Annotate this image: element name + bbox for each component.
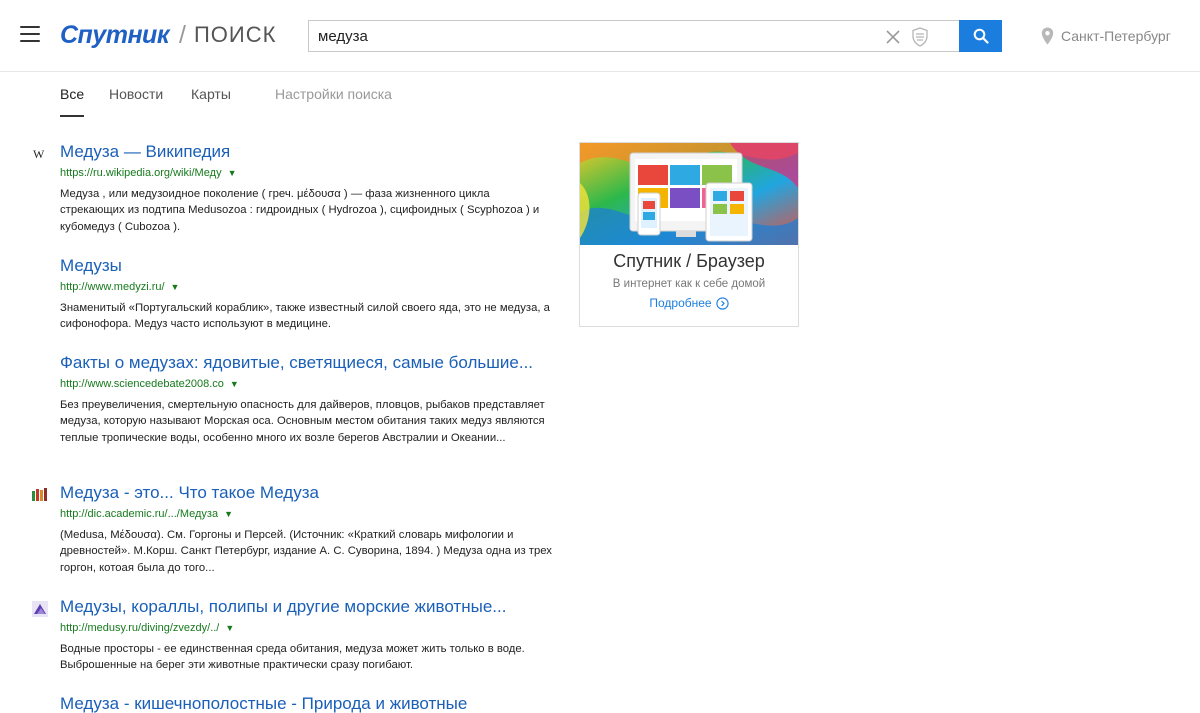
url-menu-arrow-icon[interactable]: ▼ <box>224 509 233 519</box>
result-url[interactable]: https://ru.wikipedia.org/wiki/Меду <box>60 167 222 179</box>
result-url-row: http://dic.academic.ru/.../Медуза ▼ <box>60 506 552 522</box>
location-selector[interactable]: Санкт-Петербург <box>1041 26 1171 46</box>
result-snippet: Знаменитый «Португальский кораблик», так… <box>60 302 550 331</box>
result-title[interactable]: Медузы, кораллы, полипы и другие морские… <box>60 595 552 619</box>
search-box <box>308 20 959 52</box>
result-item: Медуза - это... Что такое Медуза http://… <box>32 481 552 576</box>
result-url-row: https://ru.wikipedia.org/wiki/Меду ▼ <box>60 165 552 181</box>
chevron-right-circle-icon <box>715 296 729 310</box>
result-url[interactable]: http://www.sciencedebate2008.co <box>60 378 224 390</box>
result-title[interactable]: Медуза - кишечнополостные - Природа и жи… <box>60 692 552 713</box>
promo-more-link[interactable]: Подробнее <box>580 296 798 310</box>
tab-search-settings[interactable]: Настройки поиска <box>275 86 392 117</box>
result-item: Медузы http://www.medyzi.ru/ ▼ Знамениты… <box>32 254 552 332</box>
result-url-row: http://www.medyzi.ru/ ▼ <box>60 279 552 295</box>
result-url[interactable]: http://www.medyzi.ru/ <box>60 281 165 293</box>
tab-maps[interactable]: Карты <box>191 86 231 117</box>
result-item: W Медуза — Википедия https://ru.wikipedi… <box>32 140 552 235</box>
result-url[interactable]: http://dic.academic.ru/.../Медуза <box>60 508 218 520</box>
wikipedia-icon: W <box>32 146 48 162</box>
result-snippet: Водные просторы - ее единственная среда … <box>60 643 525 672</box>
logo-separator: / <box>179 20 186 49</box>
browser-promo-card[interactable]: Спутник / Браузер В интернет как к себе … <box>579 142 799 327</box>
academic-icon <box>32 487 48 503</box>
url-menu-arrow-icon[interactable]: ▼ <box>228 168 237 178</box>
result-item: Факты о медузах: ядовитые, светящиеся, с… <box>32 351 552 462</box>
result-title[interactable]: Медузы <box>60 254 552 278</box>
promo-more-label: Подробнее <box>649 296 712 310</box>
logo-brand: Спутник <box>60 20 170 49</box>
result-snippet: Без преувеличения, смертельную опасность… <box>60 399 545 444</box>
search-input[interactable] <box>309 21 959 51</box>
result-url-row: http://medusy.ru/diving/zvezdy/../ ▼ <box>60 620 552 636</box>
search-bar <box>308 20 1002 52</box>
result-title[interactable]: Медуза - это... Что такое Медуза <box>60 481 552 505</box>
url-menu-arrow-icon[interactable]: ▼ <box>225 623 234 633</box>
logo-product: ПОИСК <box>193 22 277 47</box>
clear-icon[interactable] <box>885 29 901 45</box>
search-button[interactable] <box>959 20 1002 52</box>
tab-news[interactable]: Новости <box>109 86 163 117</box>
result-snippet: Медуза , или медузоидное поколение ( гре… <box>60 188 540 233</box>
shield-icon[interactable] <box>911 27 929 47</box>
location-label: Санкт-Петербург <box>1061 28 1171 44</box>
tab-all[interactable]: Все <box>60 86 85 117</box>
medusy-icon <box>32 601 48 617</box>
search-tabs: Все Новости Карты Настройки поиска <box>0 72 1200 117</box>
logo[interactable]: Спутник / ПОИСК <box>60 19 276 51</box>
location-pin-icon <box>1041 27 1054 45</box>
result-item: Медуза - кишечнополостные - Природа и жи… <box>32 692 552 713</box>
result-snippet: (Medusa, Μέδουσα). См. Горгоны и Персей.… <box>60 529 552 574</box>
url-menu-arrow-icon[interactable]: ▼ <box>171 282 180 292</box>
result-url-row: http://www.sciencedebate2008.co ▼ <box>60 376 552 392</box>
result-title[interactable]: Медуза — Википедия <box>60 140 552 164</box>
search-results: W Медуза — Википедия https://ru.wikipedi… <box>32 140 552 713</box>
menu-icon[interactable] <box>20 26 40 42</box>
promo-title: Спутник / Браузер <box>613 251 765 271</box>
result-item: Медузы, кораллы, полипы и другие морские… <box>32 595 552 673</box>
result-title[interactable]: Факты о медузах: ядовитые, светящиеся, с… <box>60 351 552 375</box>
svg-text:W: W <box>33 147 45 161</box>
promo-devices-image <box>580 143 798 245</box>
url-menu-arrow-icon[interactable]: ▼ <box>230 379 239 389</box>
header: Спутник / ПОИСК Санкт-Петербург <box>0 0 1200 72</box>
result-url[interactable]: http://medusy.ru/diving/zvezdy/../ <box>60 622 219 634</box>
promo-subtitle: В интернет как к себе домой <box>612 278 766 290</box>
search-icon <box>973 28 989 44</box>
